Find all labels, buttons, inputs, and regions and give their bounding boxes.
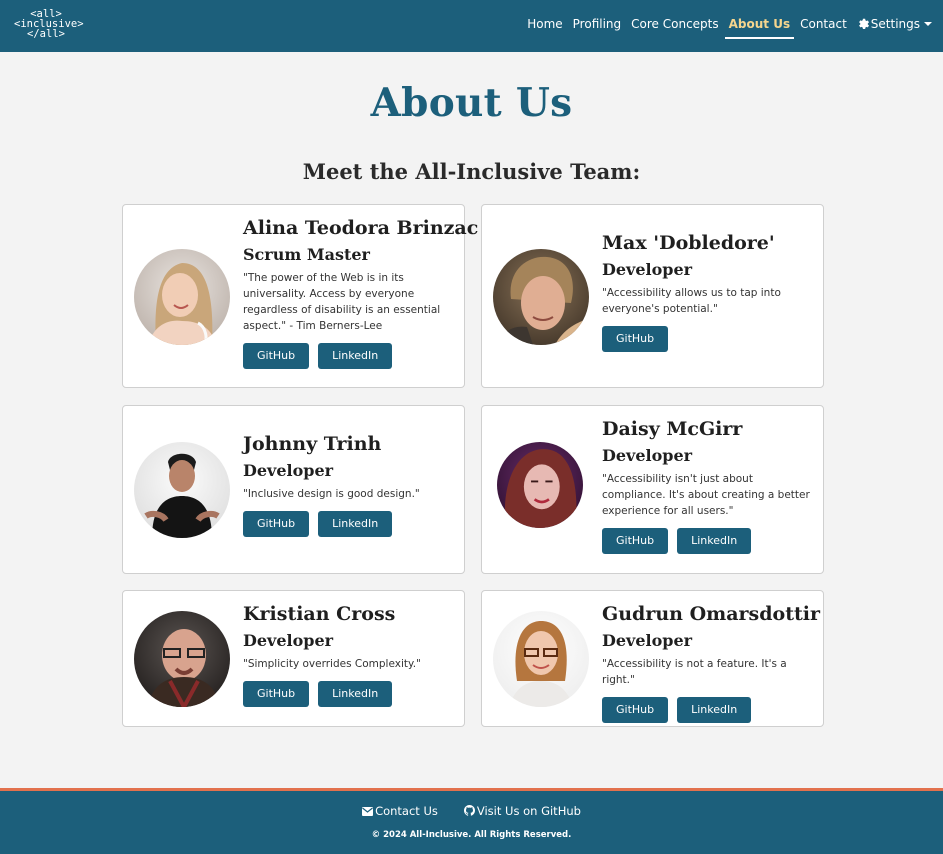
- member-links: GitHub LinkedIn: [243, 343, 478, 369]
- page-footer: Contact Us Visit Us on GitHub © 2024 All…: [0, 788, 943, 854]
- member-quote: "Accessibility isn't just about complian…: [602, 473, 810, 517]
- github-icon: [463, 805, 475, 816]
- github-button[interactable]: GitHub: [243, 511, 310, 537]
- member-info: Gudrun Omarsdottir Developer "Accessibil…: [602, 601, 820, 723]
- team-card-max: Max 'Dobledore' Developer "Accessibility…: [481, 204, 824, 388]
- member-role: Developer: [243, 461, 334, 480]
- member-info: Alina Teodora Brinzac Scrum Master "The …: [243, 215, 478, 369]
- top-navbar: <all> <inclusive> </all> Home Profiling …: [0, 0, 943, 52]
- footer-github-link[interactable]: Visit Us on GitHub: [463, 804, 581, 818]
- member-links: GitHub LinkedIn: [602, 528, 814, 554]
- page-title: About Us: [370, 80, 573, 126]
- man-glasses-photo: [134, 611, 230, 707]
- member-role: Developer: [602, 446, 693, 465]
- avatar: [134, 249, 230, 345]
- footer-github-label: Visit Us on GitHub: [476, 804, 581, 818]
- envelope-icon: [362, 807, 374, 816]
- member-info: Daisy McGirr Developer "Accessibility is…: [602, 416, 814, 554]
- caret-down-icon: [924, 22, 932, 26]
- github-button[interactable]: GitHub: [243, 343, 310, 369]
- github-button[interactable]: GitHub: [602, 528, 669, 554]
- avatar: [493, 249, 589, 345]
- member-info: Kristian Cross Developer "Simplicity ove…: [243, 601, 455, 707]
- nav-link-about-us[interactable]: About Us: [724, 0, 795, 52]
- github-button[interactable]: GitHub: [602, 326, 669, 352]
- member-links: GitHub: [602, 326, 814, 352]
- member-name: Gudrun Omarsdottir: [602, 603, 820, 625]
- linkedin-button[interactable]: LinkedIn: [318, 681, 393, 707]
- linkedin-button[interactable]: LinkedIn: [318, 511, 393, 537]
- team-card-johnny: Johnny Trinh Developer "Inclusive design…: [122, 405, 465, 574]
- member-role: Developer: [602, 260, 693, 279]
- member-role: Developer: [602, 631, 693, 650]
- team-card-daisy: Daisy McGirr Developer "Accessibility is…: [481, 405, 824, 574]
- linkedin-button[interactable]: LinkedIn: [318, 343, 393, 369]
- member-role: Scrum Master: [243, 245, 370, 264]
- logo-line-3: </all>: [27, 28, 65, 40]
- member-name: Max 'Dobledore': [602, 232, 775, 254]
- linkedin-button[interactable]: LinkedIn: [677, 528, 752, 554]
- nav-link-profiling[interactable]: Profiling: [568, 0, 627, 52]
- copyright-text: © 2024 All-Inclusive. All Rights Reserve…: [371, 830, 572, 840]
- woman-blonde-hair-photo: [134, 249, 230, 345]
- gear-icon: [858, 18, 869, 29]
- member-name: Daisy McGirr: [602, 418, 743, 440]
- team-card-gudrun: Gudrun Omarsdottir Developer "Accessibil…: [481, 590, 824, 727]
- settings-dropdown[interactable]: Settings: [852, 0, 937, 52]
- member-links: GitHub LinkedIn: [602, 697, 820, 723]
- woman-red-hair-photo: [497, 442, 583, 528]
- nav-link-home[interactable]: Home: [522, 0, 567, 52]
- avatar: [497, 442, 583, 528]
- man-curly-hair-photo: [493, 249, 589, 345]
- team-heading: Meet the All-Inclusive Team:: [302, 159, 641, 184]
- member-info: Johnny Trinh Developer "Inclusive design…: [243, 431, 455, 537]
- member-quote: "Accessibility allows us to tap into eve…: [602, 287, 781, 315]
- avatar: [134, 442, 230, 538]
- settings-label: Settings: [870, 17, 920, 31]
- footer-links: Contact Us Visit Us on GitHub: [0, 804, 943, 818]
- woman-glasses-photo: [493, 611, 589, 707]
- member-links: GitHub LinkedIn: [243, 511, 455, 537]
- member-name: Johnny Trinh: [243, 433, 382, 455]
- github-button[interactable]: GitHub: [602, 697, 669, 723]
- member-quote: "Inclusive design is good design.": [243, 488, 420, 500]
- member-quote: "Accessibility is not a feature. It's a …: [602, 658, 787, 686]
- linkedin-button[interactable]: LinkedIn: [677, 697, 752, 723]
- member-quote: "The power of the Web is in its universa…: [243, 272, 441, 332]
- man-black-shirt-photo: [134, 442, 230, 538]
- team-card-alina: Alina Teodora Brinzac Scrum Master "The …: [122, 204, 478, 388]
- member-quote: "Simplicity overrides Complexity.": [243, 658, 421, 670]
- team-card-kristian: Kristian Cross Developer "Simplicity ove…: [122, 590, 465, 727]
- nav-link-contact[interactable]: Contact: [795, 0, 852, 52]
- footer-contact-label: Contact Us: [375, 804, 438, 818]
- member-links: GitHub LinkedIn: [243, 681, 455, 707]
- member-name: Kristian Cross: [243, 603, 396, 625]
- nav-link-core-concepts[interactable]: Core Concepts: [626, 0, 723, 52]
- member-name: Alina Teodora Brinzac: [243, 217, 479, 239]
- site-logo[interactable]: <all> <inclusive> </all>: [14, 9, 84, 40]
- nav-links: Home Profiling Core Concepts About Us Co…: [522, 0, 937, 52]
- avatar: [493, 611, 589, 707]
- member-role: Developer: [243, 631, 334, 650]
- github-button[interactable]: GitHub: [243, 681, 310, 707]
- avatar: [134, 611, 230, 707]
- member-info: Max 'Dobledore' Developer "Accessibility…: [602, 230, 814, 352]
- footer-contact-link[interactable]: Contact Us: [362, 804, 438, 818]
